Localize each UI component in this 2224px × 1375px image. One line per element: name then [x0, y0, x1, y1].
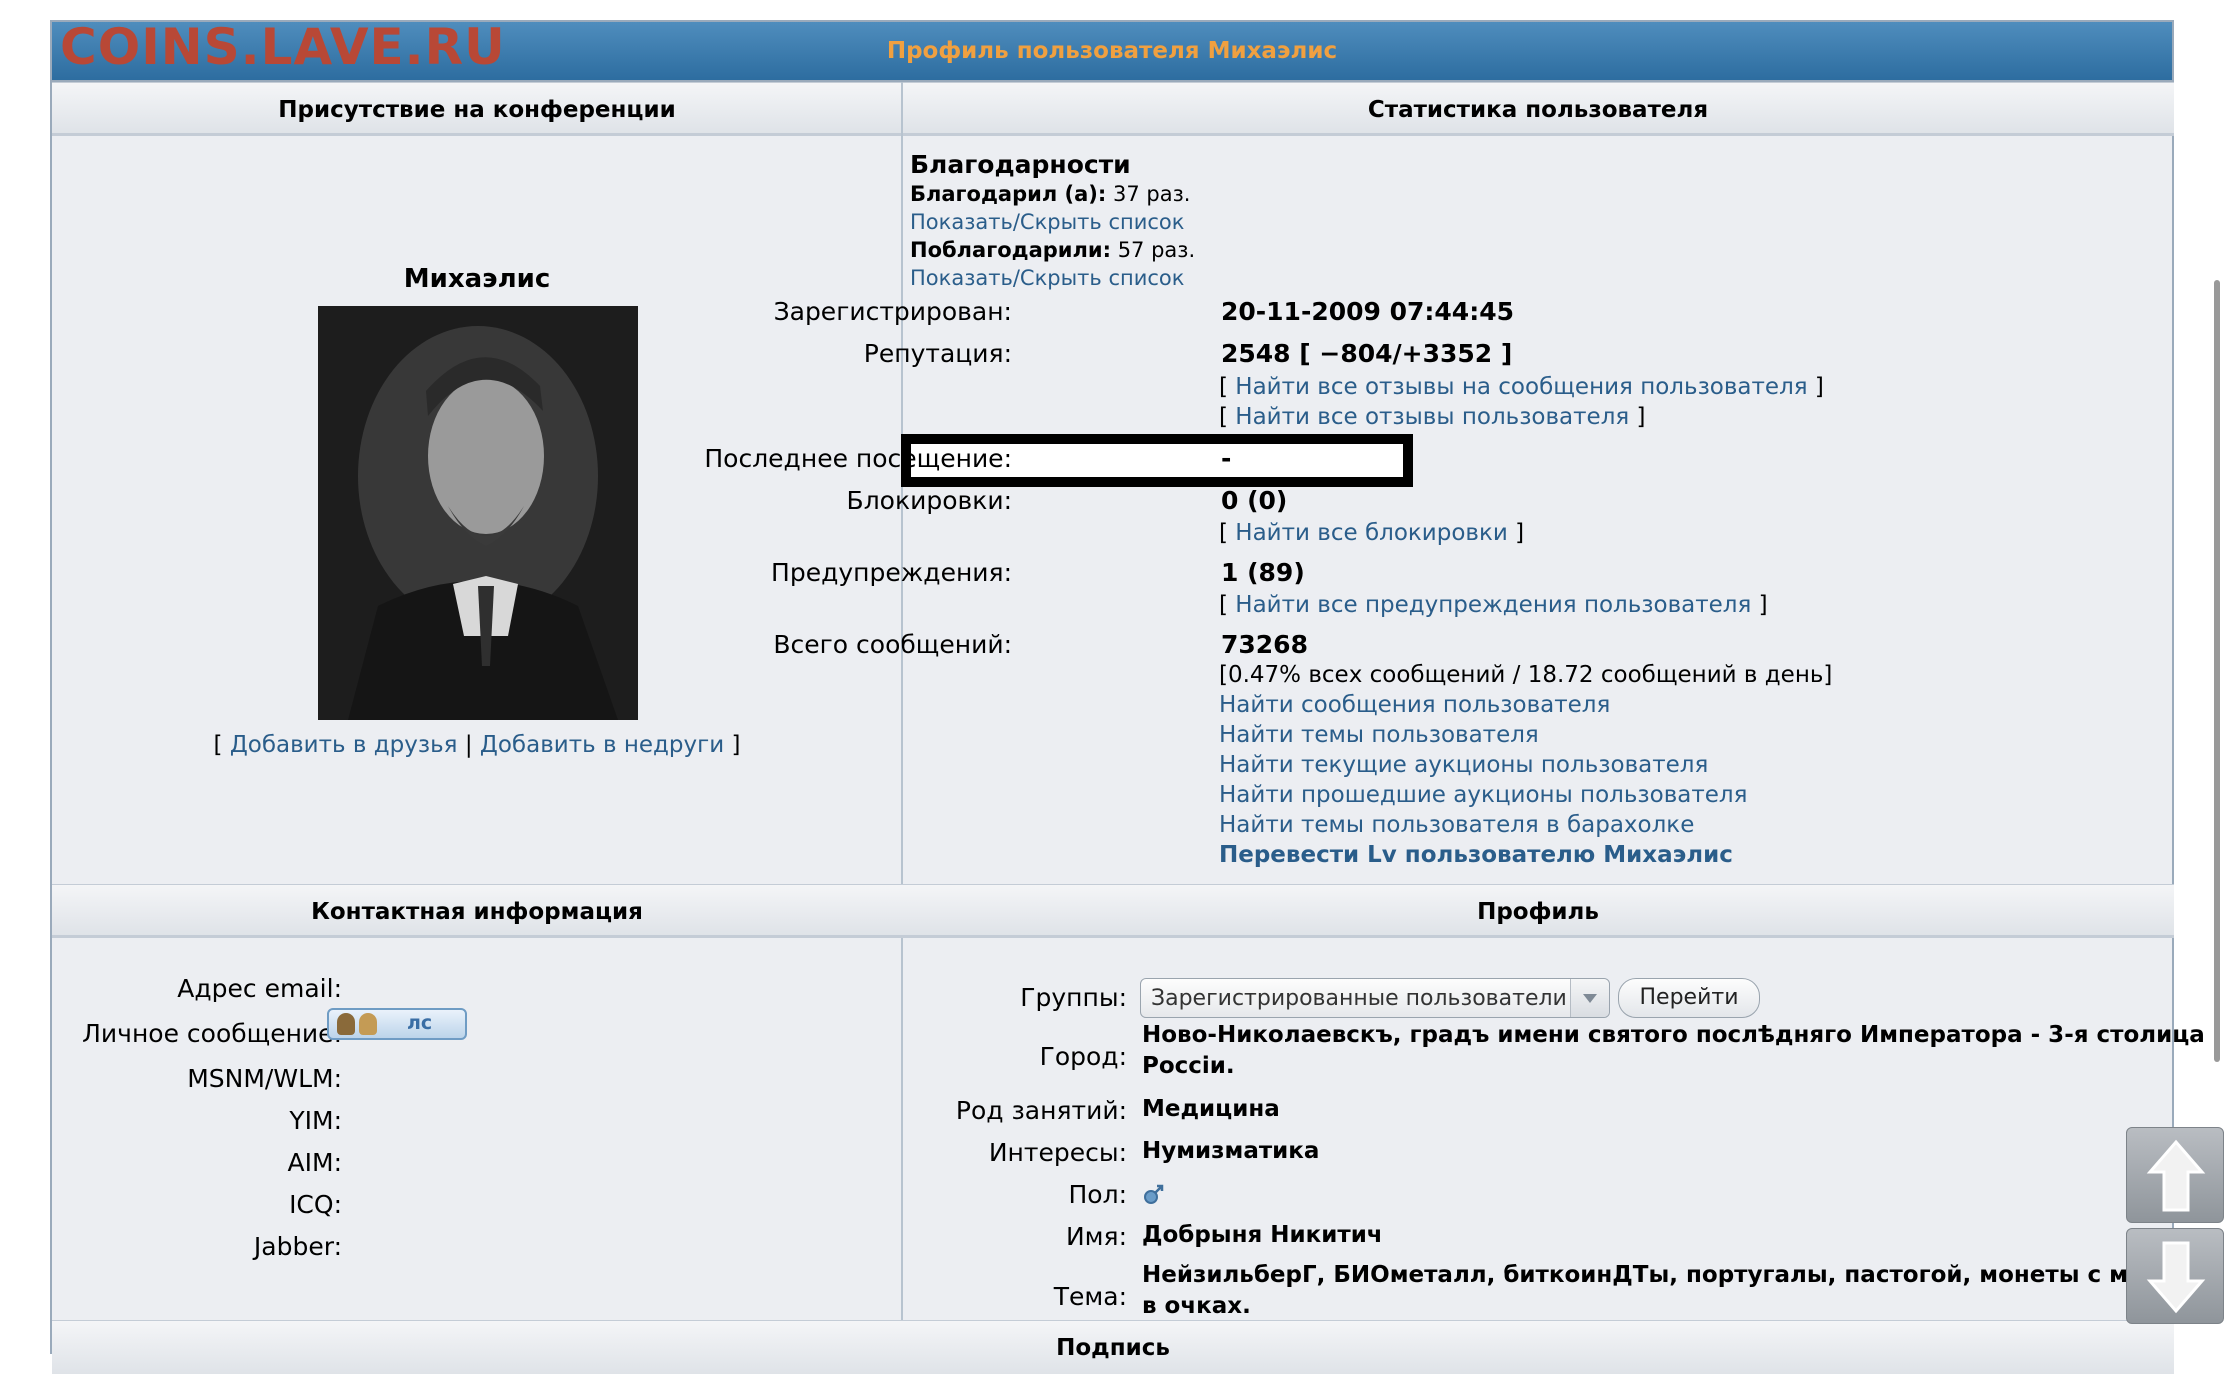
find-topics-link[interactable]: Найти темы пользователя [1219, 722, 1539, 748]
section-presence: Присутствие на конференции [52, 82, 902, 136]
section-contact: Контактная информация [52, 884, 902, 938]
occupation-label: Род занятий: [955, 1096, 1127, 1125]
find-warnings-link[interactable]: Найти все предупреждения пользователя [1235, 592, 1751, 618]
reputation-link-row-1: [ Найти все отзывы на сообщения пользова… [1219, 374, 1824, 400]
registered-label: Зарегистрирован: [773, 297, 1012, 326]
section-profile: Профиль [902, 884, 2174, 938]
transfer-lv-link[interactable]: Перевести Lv пользователю Михаэлис [1219, 842, 1733, 868]
warnings-value: 1 (89) [1221, 558, 1305, 587]
portrait-image [318, 306, 638, 720]
city-value-line2: Россіи. [1142, 1053, 1235, 1079]
theme-label: Тема: [1053, 1282, 1127, 1311]
profile-frame: COINS.LAVE.RU Профиль пользователя Михаэ… [50, 18, 2224, 1374]
groups-label: Группы: [1020, 983, 1127, 1012]
arrow-down-icon [2146, 1241, 2206, 1314]
thanks-gave-toggle[interactable]: Показать/Скрыть список [910, 210, 1184, 234]
friends-links: [ Добавить в друзья | Добавить в недруги… [213, 732, 741, 758]
reputation-link-row-2: [ Найти все отзывы пользователя ] [1219, 404, 1646, 430]
find-bans-link[interactable]: Найти все блокировки [1235, 520, 1508, 546]
groups-select[interactable]: Зарегистрированные пользователи [1140, 978, 1610, 1018]
pm-button[interactable]: лс [327, 1008, 467, 1040]
scroll-down-button[interactable] [2126, 1228, 2224, 1324]
thanks-received-toggle[interactable]: Показать/Скрыть список [910, 266, 1184, 290]
last-visit-label: Последнее посещение: [704, 444, 1012, 473]
warnings-link-row: [ Найти все предупреждения пользователя … [1219, 592, 1768, 618]
reputation-label: Репутация: [863, 339, 1012, 368]
city-value-line1: Ново-Николаевскъ, градъ имени святого по… [1142, 1022, 2205, 1048]
warnings-label: Предупреждения: [771, 558, 1012, 587]
gender-label: Пол: [1068, 1180, 1128, 1209]
theme-value-line2: в очках. [1142, 1293, 1251, 1319]
profile-username: Михаэлис [403, 264, 551, 294]
interests-value: Нумизматика [1142, 1138, 1320, 1164]
pm-figure-icon [359, 1013, 377, 1035]
find-post-reviews-link[interactable]: Найти все отзывы на сообщения пользовате… [1235, 374, 1807, 400]
pm-figure-icon [337, 1013, 355, 1035]
registered-value: 20-11-2009 07:44:45 [1221, 297, 1514, 326]
section-signature: Подпись [52, 1320, 2174, 1374]
page-title: Профиль пользователя Михаэлис [886, 38, 1338, 64]
interests-label: Интересы: [988, 1138, 1127, 1167]
male-icon [1142, 1182, 1166, 1212]
bans-value: 0 (0) [1221, 486, 1288, 515]
posts-label: Всего сообщений: [773, 630, 1012, 659]
arrow-up-icon [2146, 1139, 2206, 1212]
find-past-auctions-link[interactable]: Найти прошедшие аукционы пользователя [1219, 782, 1747, 808]
thanks-heading: Благодарности [910, 150, 1131, 179]
chevron-down-icon [1570, 979, 1609, 1017]
find-posts-link[interactable]: Найти сообщения пользователя [1219, 692, 1610, 718]
user-avatar [318, 306, 638, 720]
add-friend-link[interactable]: Добавить в друзья [230, 732, 458, 758]
thanks-gave: Благодарил (а): 37 раз. [910, 182, 1191, 206]
find-current-auctions-link[interactable]: Найти текущие аукционы пользователя [1219, 752, 1708, 778]
posts-ratio: [0.47% всех сообщений / 18.72 сообщений … [1219, 662, 1833, 688]
last-visit-value: - [1221, 444, 1232, 473]
posts-value: 73268 [1221, 630, 1308, 659]
find-user-reviews-link[interactable]: Найти все отзывы пользователя [1235, 404, 1629, 430]
realname-label: Имя: [1065, 1222, 1127, 1251]
realname-value: Добрыня Никитич [1142, 1222, 1383, 1248]
add-foe-link[interactable]: Добавить в недруги [480, 732, 724, 758]
title-bar: COINS.LAVE.RU Профиль пользователя Михаэ… [52, 18, 2172, 82]
scrollbar-thumb[interactable] [2214, 280, 2220, 1062]
theme-value-line1: НейзильберГ, БИОметалл, биткоинДТы, порт… [1142, 1262, 2224, 1288]
bans-label: Блокировки: [846, 486, 1012, 515]
scroll-up-button[interactable] [2126, 1127, 2224, 1223]
bans-link-row: [ Найти все блокировки ] [1219, 520, 1525, 546]
section-stats: Статистика пользователя [902, 82, 2174, 136]
city-label: Город: [1039, 1042, 1127, 1071]
find-flea-topics-link[interactable]: Найти темы пользователя в барахолке [1219, 812, 1694, 838]
occupation-value: Медицина [1142, 1096, 1280, 1122]
go-button[interactable]: Перейти [1618, 978, 1760, 1018]
reputation-value: 2548 [ −804/+3352 ] [1221, 339, 1513, 368]
thanks-received: Поблагодарили: 57 раз. [910, 238, 1196, 262]
